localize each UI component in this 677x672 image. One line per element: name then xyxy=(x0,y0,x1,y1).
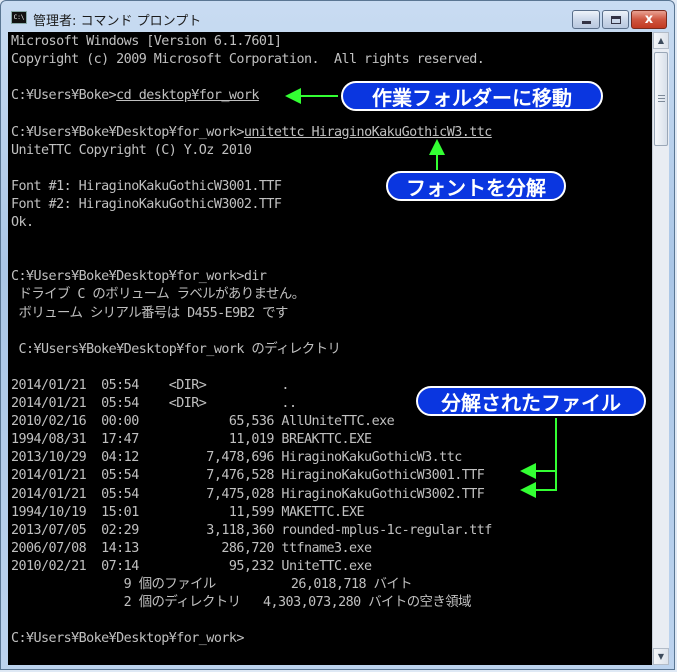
annotation-arrows xyxy=(285,88,557,498)
